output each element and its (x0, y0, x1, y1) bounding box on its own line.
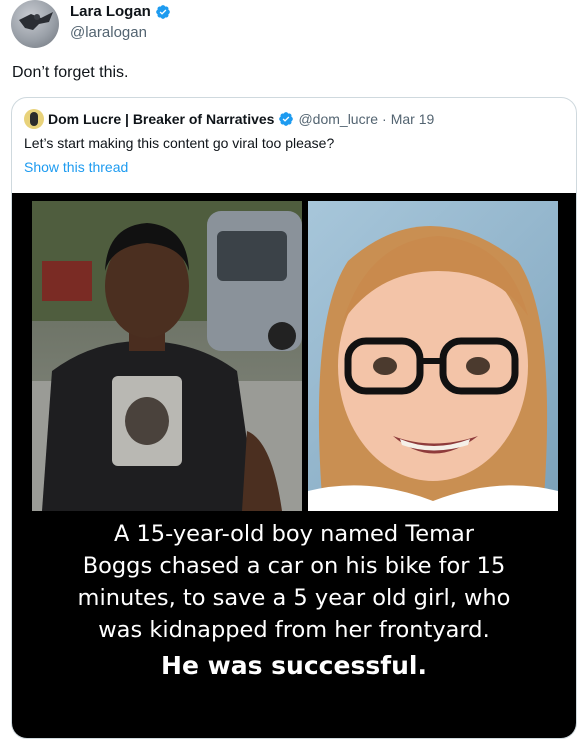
caption-line: Boggs chased a car on his bike for 15 (82, 553, 506, 579)
quoted-name[interactable]: Dom Lucre | Breaker of Narratives (48, 111, 274, 127)
girl-photo-illustration (308, 226, 558, 511)
image-caption: A 15-year-old boy named Temar Boggs chas… (12, 518, 576, 682)
author-name[interactable]: Lara Logan (70, 3, 151, 20)
avatar-icon (19, 12, 53, 30)
photo-girl (308, 201, 558, 511)
quoted-header: Dom Lucre | Breaker of Narratives @dom_l… (24, 109, 434, 129)
verified-badge-icon (156, 4, 170, 19)
quoted-handle[interactable]: @dom_lucre (298, 111, 378, 127)
caption-line: was kidnapped from her frontyard. (98, 617, 490, 643)
separator-dot: · (382, 111, 387, 127)
author-handle[interactable]: @laralogan (70, 24, 171, 41)
quoted-avatar[interactable] (24, 109, 44, 129)
author-avatar[interactable] (11, 0, 59, 48)
quoted-media[interactable]: A 15-year-old boy named Temar Boggs chas… (12, 193, 576, 738)
author-block: Lara Logan @laralogan (70, 3, 171, 41)
caption-line: A 15-year-old boy named Temar (113, 521, 475, 547)
quoted-date[interactable]: Mar 19 (391, 111, 435, 127)
tweet-text: Don’t forget this. (12, 64, 129, 81)
caption-line: minutes, to save a 5 year old girl, who (77, 585, 511, 611)
show-thread-link[interactable]: Show this thread (24, 159, 128, 175)
tweet: Lara Logan @laralogan Don’t forget this.… (0, 0, 577, 739)
caption-final-line: He was successful. (161, 651, 427, 680)
verified-badge-icon (279, 112, 294, 126)
photo-boy (32, 201, 302, 511)
quoted-text: Let’s start making this content go viral… (24, 135, 335, 151)
quoted-tweet[interactable]: Dom Lucre | Breaker of Narratives @dom_l… (11, 97, 577, 739)
boy-photo-illustration (32, 201, 302, 511)
